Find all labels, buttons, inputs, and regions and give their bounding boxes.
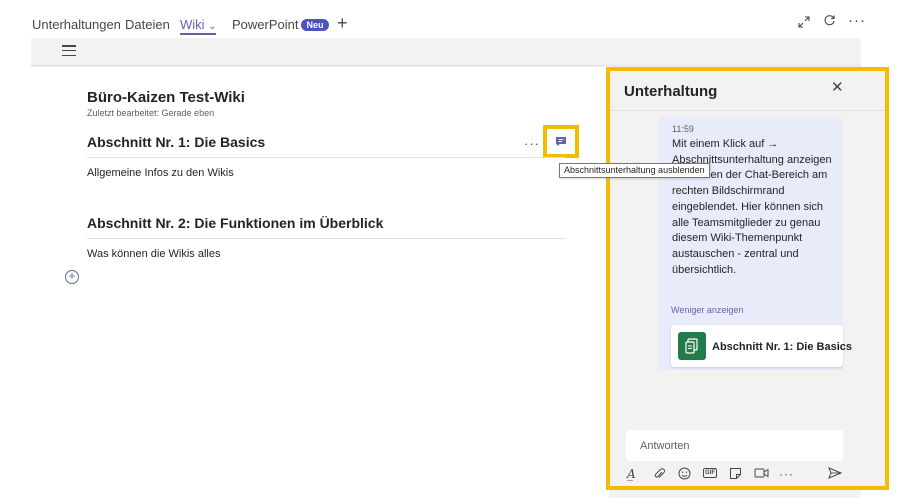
- chat-icon: [556, 137, 566, 146]
- format-icon[interactable]: A̲: [627, 467, 636, 481]
- tab-bar: Unterhaltungen Dateien Wiki ⌄ PowerPoint…: [0, 0, 900, 38]
- message-text: Mit einem Klick auf → Abschnittsunterhal…: [672, 138, 832, 276]
- section-conversation-button[interactable]: [543, 125, 579, 158]
- tab-powerpoint[interactable]: PowerPoint Neu: [232, 17, 329, 32]
- tab-wiki[interactable]: Wiki ⌄: [180, 17, 217, 32]
- section-more-icon[interactable]: ···: [524, 136, 540, 151]
- message-timestamp: 11:59: [672, 124, 694, 134]
- attach-icon[interactable]: [653, 467, 665, 483]
- expand-icon[interactable]: [798, 15, 810, 32]
- wiki-toolbar: [31, 38, 861, 66]
- tooltip: Abschnittsunterhaltung ausblenden: [559, 163, 710, 178]
- section-1-title[interactable]: Abschnitt Nr. 1: Die Basics: [87, 134, 265, 150]
- show-less-link[interactable]: Weniger anzeigen: [671, 305, 743, 315]
- section-reference-label: Abschnitt Nr. 1: Die Basics: [712, 341, 852, 353]
- emoji-icon[interactable]: [678, 467, 691, 483]
- wiki-page: [31, 67, 609, 498]
- refresh-icon[interactable]: [823, 14, 836, 31]
- new-badge: Neu: [301, 19, 329, 31]
- section-2-title[interactable]: Abschnitt Nr. 2: Die Funktionen im Überb…: [87, 215, 383, 231]
- section-divider: [87, 238, 565, 239]
- hamburger-menu-icon[interactable]: [62, 45, 76, 57]
- chevron-down-icon: ⌄: [208, 21, 217, 32]
- section-2-body[interactable]: Was können die Wikis alles: [87, 248, 220, 260]
- meet-now-icon[interactable]: [754, 467, 769, 482]
- conversation-panel-title: Unterhaltung: [624, 83, 718, 100]
- wiki-section-icon: [678, 332, 706, 360]
- more-icon[interactable]: ···: [848, 12, 866, 29]
- send-icon[interactable]: [828, 467, 843, 482]
- add-section-icon[interactable]: +: [65, 270, 79, 284]
- tab-dateien[interactable]: Dateien: [125, 17, 170, 32]
- sticker-icon[interactable]: [729, 467, 742, 483]
- tab-unterhaltungen[interactable]: Unterhaltungen: [32, 17, 121, 32]
- reply-placeholder: Antworten: [640, 440, 690, 452]
- wiki-last-edited: Zuletzt bearbeitet: Gerade eben: [87, 108, 215, 118]
- close-icon[interactable]: ✕: [831, 78, 844, 96]
- more-options-icon[interactable]: ···: [779, 467, 794, 481]
- section-divider: [87, 157, 565, 158]
- tab-wiki-label: Wiki: [180, 17, 205, 32]
- active-tab-indicator: [180, 33, 216, 35]
- wiki-title: Büro-Kaizen Test-Wiki: [87, 89, 245, 106]
- plus-icon[interactable]: +: [337, 13, 348, 34]
- tab-powerpoint-label: PowerPoint: [232, 17, 299, 32]
- section-1-body[interactable]: Allgemeine Infos zu den Wikis: [87, 167, 234, 179]
- gif-icon[interactable]: GIF: [703, 468, 717, 478]
